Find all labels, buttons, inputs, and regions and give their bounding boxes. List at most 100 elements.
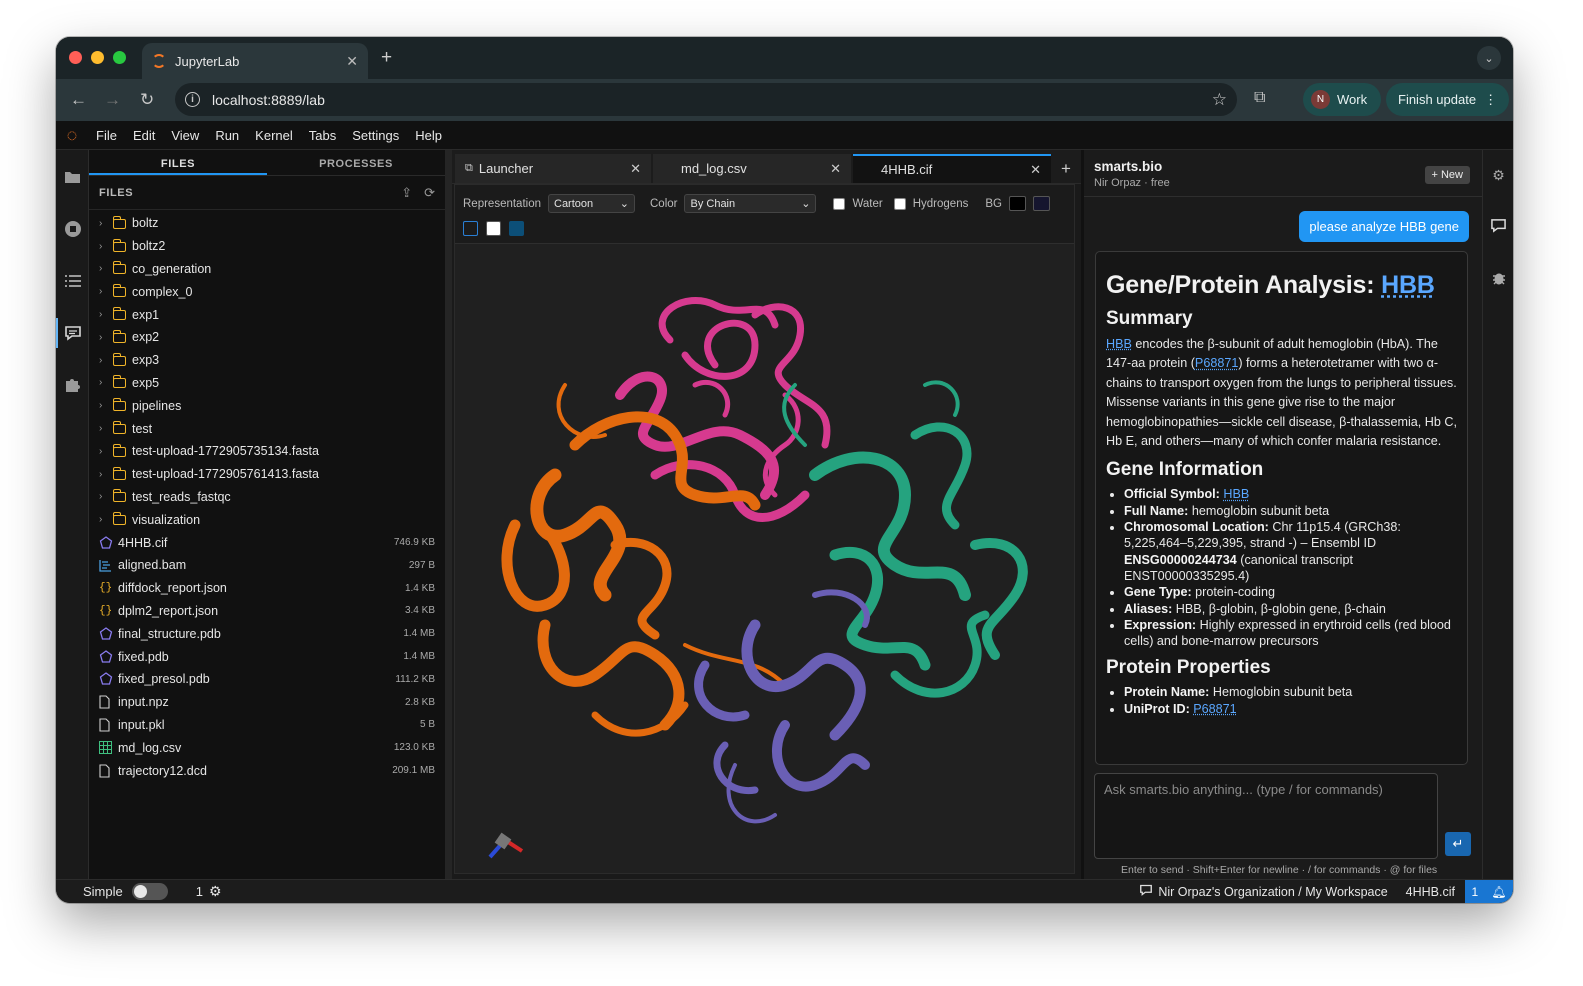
chevron-right-icon[interactable]: › — [99, 355, 113, 366]
menu-help[interactable]: Help — [407, 128, 450, 143]
reload-button[interactable]: ↻ — [140, 90, 154, 110]
maximize-window-button[interactable] — [113, 51, 126, 64]
folder-row[interactable]: › visualization — [89, 508, 445, 531]
file-row[interactable]: input.npz 2.8 KB — [89, 691, 445, 714]
chevron-right-icon[interactable]: › — [99, 218, 113, 229]
folder-row[interactable]: › pipelines — [89, 394, 445, 417]
property-inspector-icon[interactable]: ⚙ — [1490, 167, 1507, 184]
table-of-contents-icon[interactable] — [63, 271, 82, 290]
tab-launcher[interactable]: ⧉ Launcher ✕ — [455, 154, 651, 183]
bg-swatch-black[interactable] — [1008, 196, 1026, 211]
chat-icon[interactable] — [1490, 217, 1507, 234]
chevron-right-icon[interactable]: › — [99, 446, 113, 457]
back-button[interactable]: ← — [70, 90, 87, 110]
file-row[interactable]: fixed_presol.pdb 111.2 KB — [89, 668, 445, 691]
symbol-link[interactable]: HBB — [1223, 487, 1249, 501]
folder-row[interactable]: › co_generation — [89, 258, 445, 281]
close-tab-icon[interactable]: ✕ — [830, 161, 841, 177]
folder-icon[interactable] — [63, 167, 82, 186]
menu-kernel[interactable]: Kernel — [247, 128, 301, 143]
bg-swatch-dark[interactable] — [463, 221, 478, 236]
folder-row[interactable]: › boltz — [89, 212, 445, 235]
site-info-icon[interactable]: i — [185, 92, 200, 107]
address-bar[interactable]: i localhost:8889/lab ☆ — [175, 83, 1237, 116]
chevron-right-icon[interactable]: › — [99, 241, 113, 252]
file-row[interactable]: aligned.bam 297 B — [89, 554, 445, 577]
folder-row[interactable]: › exp1 — [89, 303, 445, 326]
tab-4hhb-cif[interactable]: 4HHB.cif ✕ — [853, 154, 1051, 183]
add-tab-button[interactable]: + — [1053, 154, 1079, 183]
new-chat-button[interactable]: + New — [1424, 166, 1470, 184]
profile-button[interactable]: N Work — [1303, 83, 1382, 116]
notifications-button[interactable]: 1 🔔︎ — [1465, 879, 1513, 903]
file-row[interactable]: trajectory12.dcd 209.1 MB — [89, 759, 445, 782]
tab-files[interactable]: FILES — [89, 150, 267, 175]
refresh-icon[interactable]: ⟳ — [424, 185, 435, 201]
extensions-icon[interactable]: ⧉ — [1254, 89, 1265, 107]
file-row[interactable]: final_structure.pdb 1.4 MB — [89, 622, 445, 645]
tab-md-log-csv[interactable]: md_log.csv ✕ — [653, 154, 851, 183]
running-terminals-icon[interactable] — [63, 219, 82, 238]
browser-tab[interactable]: JupyterLab ✕ — [142, 43, 368, 79]
close-tab-icon[interactable]: ✕ — [1030, 162, 1041, 178]
workspace-label[interactable]: Nir Orpaz's Organization / My Workspace — [1158, 885, 1387, 899]
chevron-right-icon[interactable]: › — [99, 286, 113, 297]
menu-edit[interactable]: Edit — [125, 128, 163, 143]
finish-update-button[interactable]: Finish update ⋮ — [1386, 83, 1510, 116]
menu-run[interactable]: Run — [207, 128, 247, 143]
protein-structure-render[interactable] — [455, 245, 1074, 874]
kernel-count[interactable]: 1 — [196, 884, 203, 899]
minimize-window-button[interactable] — [91, 51, 104, 64]
chevron-right-icon[interactable]: › — [99, 423, 113, 434]
smarts-bio-chat-icon[interactable] — [63, 323, 82, 342]
file-row[interactable]: {} dplm2_report.json 3.4 KB — [89, 600, 445, 623]
folder-row[interactable]: › test_reads_fastqc — [89, 486, 445, 509]
file-row[interactable]: 4HHB.cif 746.9 KB — [89, 531, 445, 554]
new-tab-button[interactable]: + — [381, 47, 392, 69]
color-select[interactable]: By Chain ⌄ — [684, 194, 817, 213]
bg-swatch-blue[interactable] — [509, 221, 524, 236]
folder-row[interactable]: › boltz2 — [89, 235, 445, 258]
send-button[interactable]: ↵ — [1445, 832, 1471, 856]
folder-row[interactable]: › test — [89, 417, 445, 440]
uniprot-link[interactable]: P68871 — [1193, 702, 1236, 716]
menu-file[interactable]: File — [88, 128, 125, 143]
upload-icon[interactable]: ⇪ — [401, 185, 412, 201]
close-tab-icon[interactable]: ✕ — [346, 53, 358, 70]
tab-search-button[interactable]: ⌄ — [1477, 46, 1501, 70]
chevron-right-icon[interactable]: › — [99, 514, 113, 525]
folder-row[interactable]: › exp2 — [89, 326, 445, 349]
chevron-right-icon[interactable]: › — [99, 491, 113, 502]
chevron-right-icon[interactable]: › — [99, 309, 113, 320]
chevron-right-icon[interactable]: › — [99, 263, 113, 274]
chat-input[interactable]: Ask smarts.bio anything... (type / for c… — [1094, 773, 1438, 859]
file-row[interactable]: fixed.pdb 1.4 MB — [89, 645, 445, 668]
hbb-link[interactable]: HBB — [1381, 271, 1435, 299]
hbb-inline-link[interactable]: HBB — [1106, 337, 1132, 351]
folder-row[interactable]: › test-upload-1772905761413.fasta — [89, 463, 445, 486]
forward-button[interactable]: → — [104, 90, 121, 110]
folder-row[interactable]: › test-upload-1772905735134.fasta — [89, 440, 445, 463]
file-row[interactable]: md_log.csv 123.0 KB — [89, 736, 445, 759]
folder-row[interactable]: › complex_0 — [89, 280, 445, 303]
file-row[interactable]: {} diffdock_report.json 1.4 KB — [89, 577, 445, 600]
water-checkbox[interactable] — [833, 197, 846, 210]
chevron-right-icon[interactable]: › — [99, 332, 113, 343]
close-tab-icon[interactable]: ✕ — [630, 161, 641, 177]
representation-select[interactable]: Cartoon ⌄ — [548, 194, 635, 213]
extensions-puzzle-icon[interactable] — [63, 375, 82, 394]
folder-row[interactable]: › exp5 — [89, 372, 445, 395]
simple-mode-toggle[interactable] — [131, 883, 168, 900]
bg-swatch-navy[interactable] — [1032, 196, 1050, 211]
uniprot-inline-link[interactable]: P68871 — [1195, 356, 1238, 370]
panel-resize-handle[interactable] — [445, 150, 452, 879]
chevron-right-icon[interactable]: › — [99, 469, 113, 480]
debugger-bug-icon[interactable] — [1490, 269, 1507, 286]
chevron-right-icon[interactable]: › — [99, 377, 113, 388]
menu-tabs[interactable]: Tabs — [301, 128, 344, 143]
close-window-button[interactable] — [69, 51, 82, 64]
menu-view[interactable]: View — [163, 128, 207, 143]
hydrogens-checkbox[interactable] — [893, 197, 906, 210]
menu-settings[interactable]: Settings — [344, 128, 407, 143]
kernel-status-icon[interactable]: ⚙ — [209, 883, 222, 900]
